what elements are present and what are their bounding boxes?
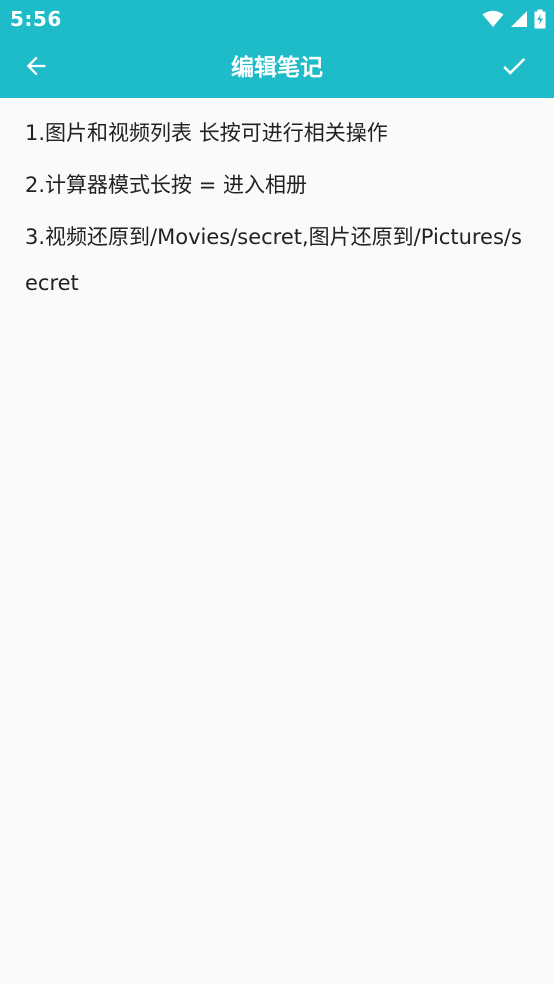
confirm-button[interactable] — [496, 50, 532, 86]
note-editor[interactable]: 1.图片和视频列表 长按可进行相关操作 2.计算器模式长按 = 进入相册 3.视… — [0, 98, 554, 984]
page-title: 编辑笔记 — [231, 55, 323, 81]
note-line: 3.视频还原到/Movies/secret,图片还原到/Pictures/sec… — [25, 225, 522, 295]
note-line: 2.计算器模式长按 = 进入相册 — [25, 173, 307, 197]
status-time: 5:56 — [10, 7, 62, 31]
back-button[interactable] — [18, 50, 54, 86]
status-icons — [482, 7, 546, 31]
check-icon — [499, 51, 529, 85]
status-bar: 5:56 — [0, 0, 554, 38]
battery-charging-icon — [534, 9, 546, 29]
toolbar: 编辑笔记 — [0, 38, 554, 98]
wifi-icon — [482, 10, 504, 28]
signal-icon — [510, 10, 528, 28]
note-line: 1.图片和视频列表 长按可进行相关操作 — [25, 121, 388, 145]
arrow-left-icon — [22, 52, 50, 84]
